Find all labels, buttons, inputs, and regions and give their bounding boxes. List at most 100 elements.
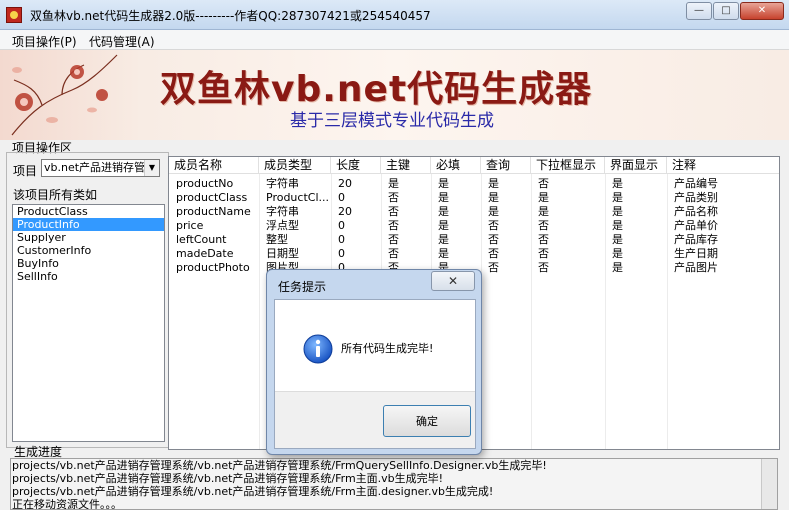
- cell-primary-key: 是: [388, 177, 399, 190]
- flower-decoration-icon: [11, 54, 118, 136]
- cell-required: 是: [438, 177, 449, 190]
- cell-ui-display: 是: [612, 261, 623, 274]
- table-row[interactable]: leftCount 整型 0 否 是 否 否 是 产品库存: [169, 233, 779, 247]
- log-line: projects/vb.net产品进销存管理系统/vb.net产品进销存管理系统…: [12, 472, 444, 485]
- col-primary-key[interactable]: 主键: [381, 157, 431, 174]
- col-member-type[interactable]: 成员类型: [259, 157, 331, 174]
- cell-dropdown-display: 是: [538, 191, 549, 204]
- minimize-button[interactable]: —: [686, 2, 712, 20]
- cell-dropdown-display: 否: [538, 219, 549, 232]
- cell-required: 是: [438, 233, 449, 246]
- cell-query: 否: [488, 233, 499, 246]
- dialog-close-button[interactable]: ✕: [431, 271, 475, 291]
- menu-bar: 项目操作(P) 代码管理(A): [0, 30, 789, 50]
- col-ui-display[interactable]: 界面显示: [605, 157, 667, 174]
- cell-primary-key: 否: [388, 219, 399, 232]
- cell-length: 20: [338, 205, 352, 218]
- cell-query: 是: [488, 191, 499, 204]
- project-select-value: vb.net产品进销存管: [44, 161, 146, 174]
- class-item-sellinfo[interactable]: SellInfo: [13, 270, 164, 283]
- cell-comment: 产品类别: [674, 191, 718, 204]
- cell-primary-key: 否: [388, 205, 399, 218]
- col-length[interactable]: 长度: [331, 157, 381, 174]
- log-line: projects/vb.net产品进销存管理系统/vb.net产品进销存管理系统…: [12, 485, 494, 498]
- cell-member-name: madeDate: [176, 247, 234, 260]
- cell-query: 是: [488, 177, 499, 190]
- table-row[interactable]: madeDate 日期型 0 否 是 否 否 是 生产日期: [169, 247, 779, 261]
- col-query[interactable]: 查询: [481, 157, 531, 174]
- dialog-message: 所有代码生成完毕!: [341, 342, 434, 355]
- cell-member-type: 整型: [266, 233, 288, 246]
- cell-query: 是: [488, 205, 499, 218]
- col-required[interactable]: 必填: [431, 157, 481, 174]
- class-item-buyinfo[interactable]: BuyInfo: [13, 257, 164, 270]
- col-comment[interactable]: 注释: [667, 157, 779, 174]
- log-line: projects/vb.net产品进销存管理系统/vb.net产品进销存管理系统…: [12, 459, 547, 472]
- classes-label: 该项目所有类如: [13, 188, 98, 202]
- table-row[interactable]: productName 字符串 20 否 是 是 是 是 产品名称: [169, 205, 779, 219]
- log-scrollbar[interactable]: [761, 459, 777, 509]
- cell-member-name: productName: [176, 205, 251, 218]
- cell-length: 0: [338, 233, 345, 246]
- chevron-down-icon[interactable]: ▼: [144, 160, 159, 176]
- cell-ui-display: 是: [612, 205, 623, 218]
- cell-comment: 生产日期: [674, 247, 718, 260]
- cell-member-type: 日期型: [266, 247, 299, 260]
- menu-code[interactable]: 代码管理(A): [89, 33, 155, 50]
- grid-header: 成员名称 成员类型 长度 主键 必填 查询 下拉框显示 界面显示 注释: [169, 157, 779, 174]
- banner-title: 双鱼林vb.net代码生成器: [160, 69, 593, 110]
- cell-required: 是: [438, 247, 449, 260]
- class-item-productclass[interactable]: ProductClass: [13, 205, 164, 218]
- cell-primary-key: 否: [388, 233, 399, 246]
- maximize-button[interactable]: □: [713, 2, 739, 20]
- cell-member-type: 字符串: [266, 205, 299, 218]
- cell-member-name: leftCount: [176, 233, 227, 246]
- cell-member-type: 浮点型: [266, 219, 299, 232]
- cell-member-name: productClass: [176, 191, 248, 204]
- progress-log[interactable]: projects/vb.net产品进销存管理系统/vb.net产品进销存管理系统…: [10, 458, 778, 510]
- cell-dropdown-display: 否: [538, 261, 549, 274]
- cell-required: 是: [438, 205, 449, 218]
- class-list[interactable]: ProductClass ProductInfo Supplyer Custom…: [12, 204, 165, 442]
- cell-primary-key: 否: [388, 191, 399, 204]
- cell-length: 0: [338, 191, 345, 204]
- dialog-title: 任务提示: [278, 280, 327, 294]
- cell-query: 否: [488, 261, 499, 274]
- cell-ui-display: 是: [612, 247, 623, 260]
- class-item-customerinfo[interactable]: CustomerInfo: [13, 244, 164, 257]
- menu-project[interactable]: 项目操作(P): [12, 33, 77, 50]
- banner: 双鱼林vb.net代码生成器 基于三层模式专业代码生成: [0, 50, 789, 140]
- cell-member-type: 字符串: [266, 177, 299, 190]
- dialog-body: 所有代码生成完毕! 确定: [274, 299, 476, 449]
- cell-ui-display: 是: [612, 191, 623, 204]
- cell-primary-key: 否: [388, 247, 399, 260]
- cell-dropdown-display: 否: [538, 247, 549, 260]
- cell-comment: 产品单价: [674, 219, 718, 232]
- cell-member-type: ProductCl...: [266, 191, 329, 204]
- cell-length: 0: [338, 247, 345, 260]
- cell-query: 否: [488, 219, 499, 232]
- ok-button[interactable]: 确定: [383, 405, 471, 437]
- class-item-productinfo[interactable]: ProductInfo: [13, 218, 164, 231]
- close-button[interactable]: ✕: [740, 2, 784, 20]
- class-item-supplyer[interactable]: Supplyer: [13, 231, 164, 244]
- cell-comment: 产品图片: [674, 261, 718, 274]
- cell-comment: 产品编号: [674, 177, 718, 190]
- col-member-name[interactable]: 成员名称: [169, 157, 259, 174]
- cell-ui-display: 是: [612, 219, 623, 232]
- table-row[interactable]: productClass ProductCl... 0 否 是 是 是 是 产品…: [169, 191, 779, 205]
- table-row[interactable]: price 浮点型 0 否 是 否 否 是 产品单价: [169, 219, 779, 233]
- cell-ui-display: 是: [612, 233, 623, 246]
- cell-comment: 产品名称: [674, 205, 718, 218]
- cell-dropdown-display: 否: [538, 233, 549, 246]
- cell-query: 否: [488, 247, 499, 260]
- task-dialog: 任务提示 ✕ 所有代码生成完毕! 确定: [266, 269, 482, 455]
- col-dropdown-display[interactable]: 下拉框显示: [531, 157, 605, 174]
- window-titlebar: 双鱼林vb.net代码生成器2.0版---------作者QQ:28730742…: [0, 0, 789, 30]
- table-row[interactable]: productNo 字符串 20 是 是 是 否 是 产品编号: [169, 177, 779, 191]
- cell-comment: 产品库存: [674, 233, 718, 246]
- cell-dropdown-display: 否: [538, 177, 549, 190]
- project-select[interactable]: vb.net产品进销存管 ▼: [41, 159, 160, 177]
- project-label: 项目: [13, 164, 38, 178]
- window-title: 双鱼林vb.net代码生成器2.0版---------作者QQ:28730742…: [30, 9, 431, 23]
